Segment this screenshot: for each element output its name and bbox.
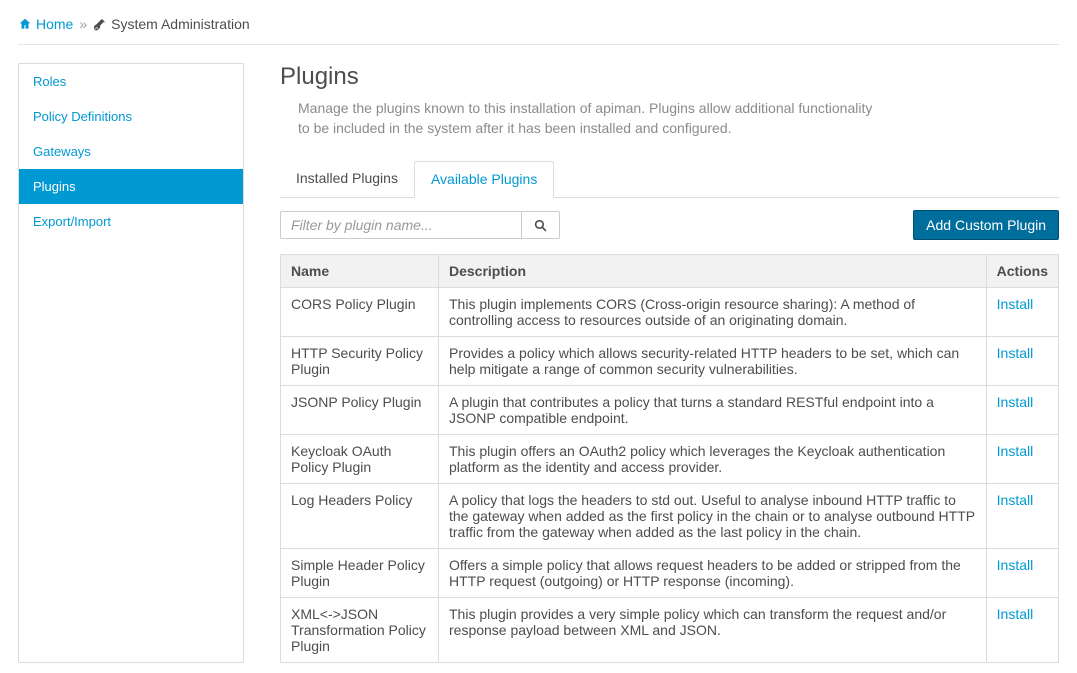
cell-description: A plugin that contributes a policy that …	[439, 386, 987, 435]
th-description: Description	[439, 255, 987, 288]
tabs: Installed Plugins Available Plugins	[280, 160, 1059, 198]
sidebar-item-label: Export/Import	[33, 214, 111, 229]
breadcrumb-home-label: Home	[36, 16, 73, 32]
search-button[interactable]	[521, 211, 560, 239]
sidebar-item-plugins[interactable]: Plugins	[19, 169, 243, 204]
sidebar-item-policy-definitions[interactable]: Policy Definitions	[19, 99, 243, 134]
filter-input[interactable]	[280, 211, 521, 239]
breadcrumb-home[interactable]: Home	[18, 16, 73, 32]
cell-description: This plugin offers an OAuth2 policy whic…	[439, 435, 987, 484]
cell-name: JSONP Policy Plugin	[281, 386, 439, 435]
table-row: Keycloak OAuth Policy PluginThis plugin …	[281, 435, 1059, 484]
table-row: JSONP Policy PluginA plugin that contrib…	[281, 386, 1059, 435]
cell-name: XML<->JSON Transformation Policy Plugin	[281, 598, 439, 663]
th-actions: Actions	[986, 255, 1058, 288]
table-row: Log Headers PolicyA policy that logs the…	[281, 484, 1059, 549]
breadcrumb: Home » System Administration	[18, 10, 1059, 45]
cell-name: Simple Header Policy Plugin	[281, 549, 439, 598]
cell-actions: Install	[986, 386, 1058, 435]
breadcrumb-sep: »	[79, 16, 87, 32]
sidebar-item-label: Policy Definitions	[33, 109, 132, 124]
tab-label: Installed Plugins	[296, 170, 398, 186]
cell-actions: Install	[986, 549, 1058, 598]
cell-description: A policy that logs the headers to std ou…	[439, 484, 987, 549]
install-link[interactable]: Install	[997, 345, 1034, 361]
install-link[interactable]: Install	[997, 557, 1034, 573]
install-link[interactable]: Install	[997, 296, 1034, 312]
tab-available-plugins[interactable]: Available Plugins	[414, 161, 554, 198]
plugins-table: Name Description Actions CORS Policy Plu…	[280, 254, 1059, 663]
button-label: Add Custom Plugin	[926, 217, 1046, 233]
cell-name: HTTP Security Policy Plugin	[281, 337, 439, 386]
table-row: CORS Policy PluginThis plugin implements…	[281, 288, 1059, 337]
tab-installed-plugins[interactable]: Installed Plugins	[280, 161, 414, 198]
th-name: Name	[281, 255, 439, 288]
cell-actions: Install	[986, 598, 1058, 663]
cell-name: Keycloak OAuth Policy Plugin	[281, 435, 439, 484]
sidebar: Roles Policy Definitions Gateways Plugin…	[18, 63, 244, 663]
table-row: XML<->JSON Transformation Policy PluginT…	[281, 598, 1059, 663]
cell-description: Offers a simple policy that allows reque…	[439, 549, 987, 598]
cell-name: CORS Policy Plugin	[281, 288, 439, 337]
sidebar-item-export-import[interactable]: Export/Import	[19, 204, 243, 239]
table-row: Simple Header Policy PluginOffers a simp…	[281, 549, 1059, 598]
cell-description: This plugin implements CORS (Cross-origi…	[439, 288, 987, 337]
cell-name: Log Headers Policy	[281, 484, 439, 549]
install-link[interactable]: Install	[997, 492, 1034, 508]
breadcrumb-current: System Administration	[93, 16, 250, 32]
install-link[interactable]: Install	[997, 606, 1034, 622]
sidebar-item-gateways[interactable]: Gateways	[19, 134, 243, 169]
tab-label: Available Plugins	[431, 171, 537, 187]
toolbar: Add Custom Plugin	[280, 210, 1059, 240]
cell-actions: Install	[986, 435, 1058, 484]
sidebar-item-label: Roles	[33, 74, 66, 89]
main-content: Plugins Manage the plugins known to this…	[280, 63, 1059, 663]
sidebar-item-label: Plugins	[33, 179, 76, 194]
sidebar-item-label: Gateways	[33, 144, 91, 159]
wrench-icon	[93, 18, 106, 31]
home-icon	[18, 17, 32, 31]
table-row: HTTP Security Policy PluginProvides a po…	[281, 337, 1059, 386]
breadcrumb-current-label: System Administration	[111, 16, 250, 32]
cell-actions: Install	[986, 337, 1058, 386]
cell-description: Provides a policy which allows security-…	[439, 337, 987, 386]
cell-actions: Install	[986, 288, 1058, 337]
page-title: Plugins	[280, 63, 1059, 91]
add-custom-plugin-button[interactable]: Add Custom Plugin	[913, 210, 1059, 240]
install-link[interactable]: Install	[997, 443, 1034, 459]
filter-group	[280, 211, 560, 239]
sidebar-item-roles[interactable]: Roles	[19, 64, 243, 99]
page-description: Manage the plugins known to this install…	[298, 99, 878, 138]
install-link[interactable]: Install	[997, 394, 1034, 410]
search-icon	[534, 219, 547, 232]
cell-actions: Install	[986, 484, 1058, 549]
cell-description: This plugin provides a very simple polic…	[439, 598, 987, 663]
